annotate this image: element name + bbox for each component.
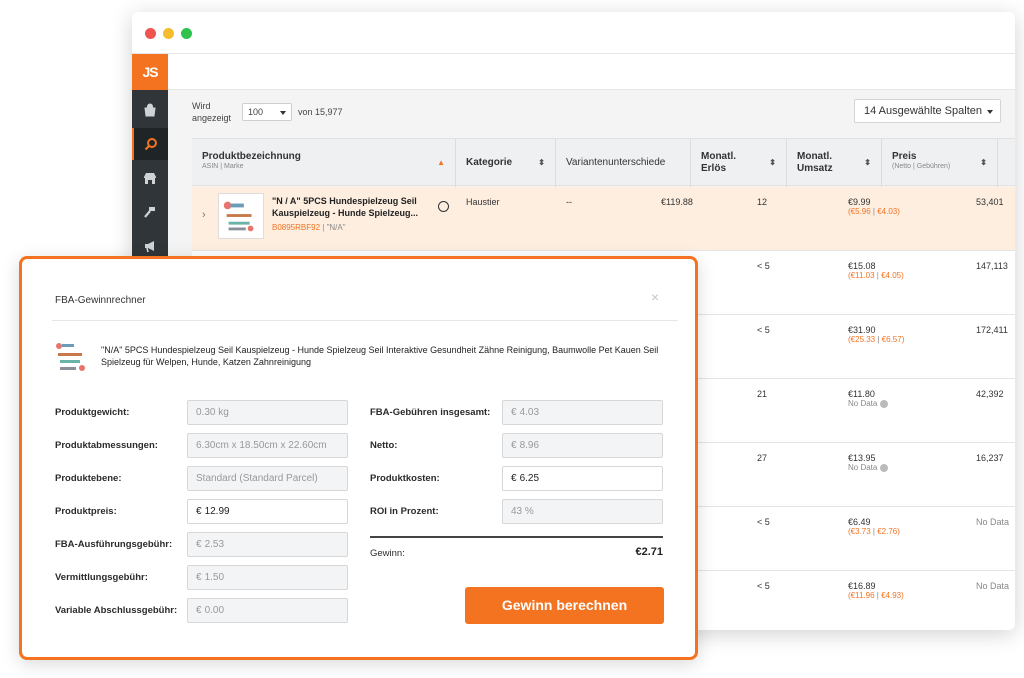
- price-cell: €13.95 No Data: [848, 453, 888, 472]
- closing-fee-field: €0.00: [187, 598, 348, 623]
- fulfilment-fee-label: FBA-Ausführungsgebühr:: [55, 539, 173, 550]
- price-cell: €16.89 (€11.96 | €4.93): [848, 581, 904, 600]
- net-label: Netto:: [370, 440, 398, 451]
- price-cell: €9.99 (€5.96 | €4.03): [848, 197, 900, 216]
- column-header-sales[interactable]: Monatl. Umsatz ⬍: [787, 139, 882, 187]
- price-label: Produktpreis:: [55, 506, 117, 517]
- dimensions-field: 6.30cm x 18.50cm x 22.60cm: [187, 433, 348, 458]
- sales-cell: 27: [757, 453, 768, 463]
- roi-label: ROI in Prozent:: [370, 506, 439, 517]
- sales-cell: < 5: [757, 581, 770, 591]
- rank-cell: No Data: [976, 517, 1010, 527]
- sort-icon: ⬍: [769, 158, 776, 167]
- info-icon[interactable]: [879, 399, 888, 408]
- search-icon[interactable]: [132, 128, 168, 160]
- store-icon[interactable]: [132, 162, 168, 194]
- column-header-category[interactable]: Kategorie ⬍: [456, 139, 556, 187]
- page-size-select[interactable]: 100: [242, 103, 292, 121]
- net-field: €8.96: [502, 433, 663, 458]
- referral-fee-field: €1.50: [187, 565, 348, 590]
- table-header: Produktbezeichnung ASIN | Marke ▲ Katego…: [192, 138, 1015, 187]
- fba-total-field: €4.03: [502, 400, 663, 425]
- product-thumbnail: [54, 338, 90, 374]
- column-header-revenue[interactable]: Monatl. Erlös ⬍: [691, 139, 787, 187]
- variants-cell: --: [566, 197, 572, 207]
- weight-field: 0.30 kg: [187, 400, 348, 425]
- sort-icon: ⬍: [538, 158, 545, 167]
- rank-cell: 172,411: [976, 325, 1008, 335]
- revenue-cell: €119.88: [661, 197, 693, 207]
- dimensions-label: Produktabmessungen:: [55, 440, 158, 451]
- app-logo[interactable]: JS: [132, 54, 168, 90]
- fulfilment-fee-field: €2.53: [187, 532, 348, 557]
- shop-icon[interactable]: [132, 94, 168, 126]
- window-titlebar: [132, 12, 1015, 54]
- maximize-window-button[interactable]: [181, 28, 192, 39]
- rank-cell: No Data: [976, 581, 1010, 591]
- fba-total-label: FBA-Gebühren insgesamt:: [370, 407, 491, 418]
- sales-cell: < 5: [757, 261, 770, 271]
- category-cell: Haustier: [466, 197, 500, 207]
- fba-calculator-modal: FBA-Gewinnrechner × "N/A" 5PCS Hundespie…: [19, 256, 698, 660]
- profit-value: €2.71: [635, 546, 663, 558]
- column-header-product[interactable]: Produktbezeichnung ASIN | Marke ▲: [192, 139, 456, 187]
- calculate-profit-button[interactable]: Gewinn berechnen: [465, 587, 664, 624]
- rank-cell: 16,237: [976, 453, 1004, 463]
- price-input[interactable]: €12.99: [187, 499, 348, 524]
- amazon-icon[interactable]: [438, 201, 449, 212]
- sort-icon: ⬍: [980, 158, 987, 167]
- sort-asc-icon: ▲: [437, 158, 445, 167]
- pagination-controls: Wird angezeigt 100 von 15,977: [192, 100, 343, 124]
- roi-field: 43 %: [502, 499, 663, 524]
- asin-brand: B0895RBF92 | "N/A": [272, 223, 346, 232]
- minimize-window-button[interactable]: [163, 28, 174, 39]
- brand: | "N/A": [322, 223, 346, 232]
- table-row[interactable]: › "N / A" 5PCS Hundespielzeug Seil Kausp…: [192, 187, 1015, 251]
- tier-label: Produktebene:: [55, 473, 122, 484]
- profit-label: Gewinn:: [370, 548, 405, 559]
- column-header-price[interactable]: Preis (Netto | Gebühren) ⬍: [882, 139, 998, 187]
- product-name[interactable]: "N / A" 5PCS Hundespielzeug Seil Kauspie…: [272, 195, 432, 219]
- weight-label: Produktgewicht:: [55, 407, 130, 418]
- sales-cell: < 5: [757, 325, 770, 335]
- price-cell: €15.08 (€11.03 | €4.05): [848, 261, 904, 280]
- rank-cell: 53,401: [976, 197, 1004, 207]
- hammer-icon[interactable]: [132, 196, 168, 228]
- rank-cell: 42,392: [976, 389, 1004, 399]
- referral-fee-label: Vermittlungsgebühr:: [55, 572, 148, 583]
- tier-field: Standard (Standard Parcel): [187, 466, 348, 491]
- sort-icon: ⬍: [864, 158, 871, 167]
- top-bar: [168, 54, 1015, 90]
- close-window-button[interactable]: [145, 28, 156, 39]
- price-cell: €31.90 (€25.33 | €6.57): [848, 325, 905, 344]
- sales-cell: < 5: [757, 517, 770, 527]
- modal-title: FBA-Gewinnrechner: [55, 295, 146, 306]
- asin-link[interactable]: B0895RBF92: [272, 223, 320, 232]
- total-count: von 15,977: [298, 107, 343, 117]
- product-name: "N/A" 5PCS Hundespielzeug Seil Kauspielz…: [101, 345, 659, 367]
- product-cost-input[interactable]: €6.25: [502, 466, 663, 491]
- divider: [52, 320, 678, 321]
- column-header-variants[interactable]: Variantenunterschiede: [556, 139, 691, 187]
- sales-cell: 12: [757, 197, 768, 207]
- product-thumbnail: [218, 193, 264, 239]
- columns-select-button[interactable]: 14 Ausgewählte Spalten: [853, 99, 1001, 123]
- expand-chevron-icon[interactable]: ›: [202, 209, 206, 221]
- price-cell: €11.80 No Data: [848, 389, 888, 408]
- info-icon[interactable]: [879, 463, 888, 472]
- sales-cell: 21: [757, 389, 768, 399]
- rank-cell: 147,113: [976, 261, 1008, 271]
- shown-label: Wird angezeigt: [192, 101, 232, 123]
- price-cell: €6.49 (€3.73 | €2.76): [848, 517, 900, 536]
- closing-fee-label: Variable Abschlussgebühr:: [55, 605, 178, 616]
- product-cost-label: Produktkosten:: [370, 473, 440, 484]
- close-icon[interactable]: ×: [651, 289, 659, 305]
- divider: [370, 536, 663, 538]
